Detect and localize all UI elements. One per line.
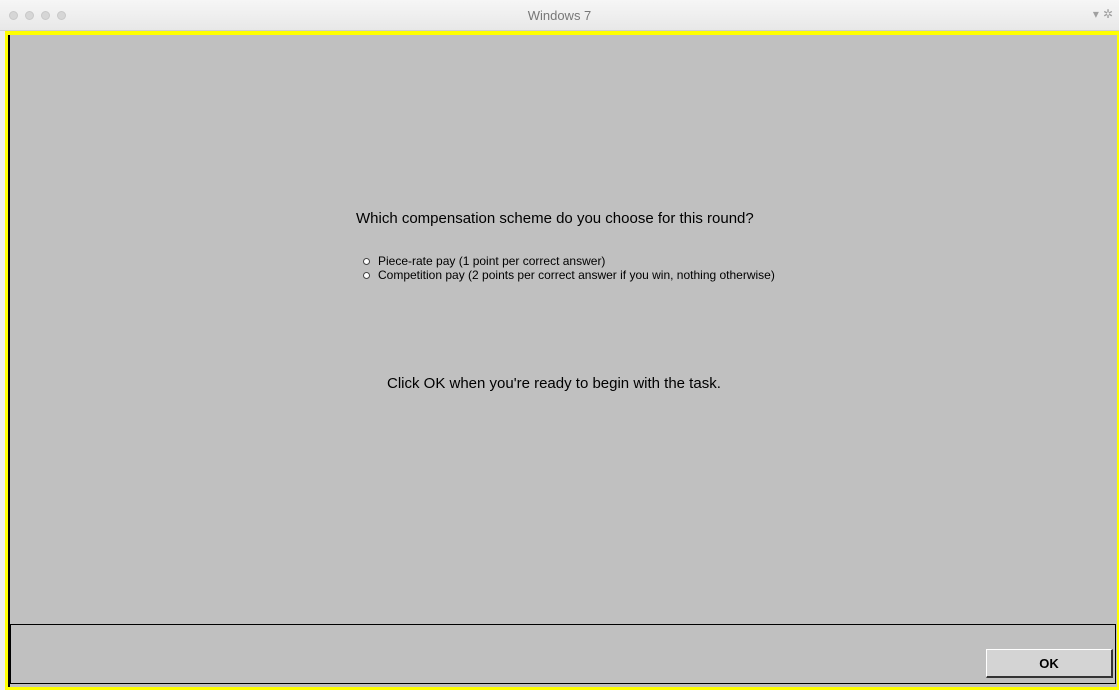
button-bar: OK [10,624,1116,684]
gear-icon[interactable]: ✲ [1103,7,1113,21]
window-controls: ▾ ✲ [1093,7,1113,21]
question-text: Which compensation scheme do you choose … [356,210,754,227]
radio-piece-rate[interactable] [363,257,370,265]
ok-button[interactable]: OK [986,649,1113,678]
instruction-text: Click OK when you're ready to begin with… [387,375,721,392]
chevron-down-icon[interactable]: ▾ [1093,7,1099,21]
option-piece-rate[interactable]: Piece-rate pay (1 point per correct answ… [362,254,775,268]
window-title: Windows 7 [527,8,592,23]
radio-competition[interactable] [363,271,370,279]
compensation-options: Piece-rate pay (1 point per correct answ… [362,254,775,282]
vm-screen-frame: Which compensation scheme do you choose … [5,31,1119,690]
window-titlebar: Windows 7 ▾ ✲ [0,0,1119,31]
option-piece-rate-label: Piece-rate pay (1 point per correct answ… [378,254,606,268]
experiment-panel: Which compensation scheme do you choose … [8,35,1117,687]
option-competition-label: Competition pay (2 points per correct an… [378,268,775,282]
option-competition[interactable]: Competition pay (2 points per correct an… [362,268,775,282]
